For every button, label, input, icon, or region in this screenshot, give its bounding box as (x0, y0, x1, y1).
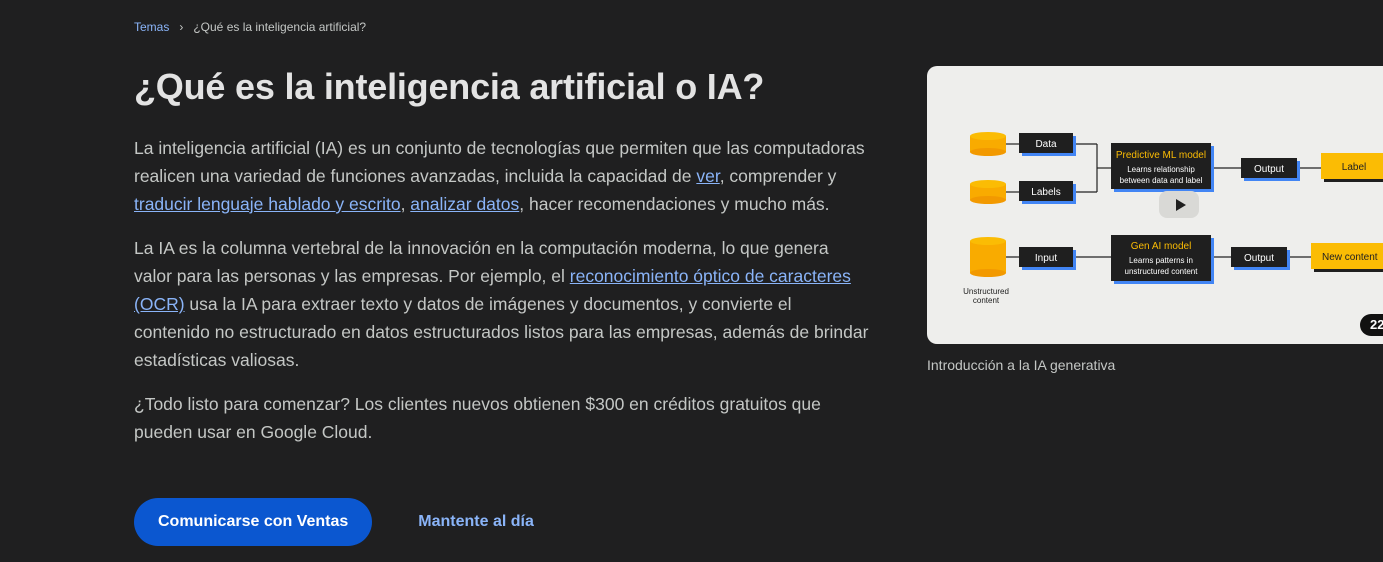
paragraph-text: , hacer recomendaciones y mucho más. (519, 194, 830, 214)
genai-model-desc: Learns patterns in (1129, 256, 1193, 265)
breadcrumb-separator-icon: › (179, 20, 184, 34)
paragraph-text: , (400, 194, 411, 214)
play-icon (1175, 198, 1186, 211)
duration-badge: 22 (1360, 314, 1383, 336)
unstructured-cylinder-icon (970, 237, 1006, 277)
input-box-label: Input (1035, 253, 1057, 264)
cta-row: Comunicarse con Ventas Mantente al día (134, 498, 540, 546)
analizar-datos-link[interactable]: analizar datos (410, 194, 519, 214)
credits-paragraph: ¿Todo listo para comenzar? Los clientes … (134, 394, 821, 442)
innovation-paragraph: La IA es la columna vertebral de la inno… (134, 234, 869, 374)
breadcrumb: Temas › ¿Qué es la inteligencia artifici… (134, 20, 366, 34)
play-button[interactable] (1159, 191, 1199, 218)
intro-paragraph: La inteligencia artificial (IA) es un co… (134, 134, 869, 218)
paragraph-text: , comprender y (719, 166, 837, 186)
breadcrumb-temas-link[interactable]: Temas (134, 20, 169, 34)
video-caption: Introducción a la IA generativa (927, 357, 1116, 373)
unstructured-label: content (973, 296, 1000, 305)
main-content: La inteligencia artificial (IA) es un co… (134, 134, 869, 462)
predictive-model-desc: between data and label (1120, 176, 1203, 185)
data-cylinder-icon (970, 132, 1006, 156)
unstructured-label: Unstructured (963, 287, 1009, 296)
traducir-lenguaje-link[interactable]: traducir lenguaje hablado y escrito (134, 194, 401, 214)
genai-model-desc: unstructured content (1125, 267, 1199, 276)
labels-box-label: Labels (1031, 187, 1060, 198)
predictive-model-desc: Learns relationship (1127, 165, 1195, 174)
ver-link[interactable]: ver (696, 166, 719, 186)
labels-cylinder-icon (970, 180, 1006, 204)
video-thumbnail[interactable]: Unstructured content Data Labels Predict… (927, 66, 1383, 344)
genai-model-title: Gen AI model (1131, 241, 1192, 252)
output-box-label: Output (1244, 253, 1274, 264)
new-content-box-label: New content (1322, 252, 1378, 263)
output-box-label: Output (1254, 164, 1284, 175)
data-box-label: Data (1035, 139, 1057, 150)
breadcrumb-current: ¿Qué es la inteligencia artificial? (193, 20, 367, 34)
paragraph-text: usa la IA para extraer texto y datos de … (134, 294, 869, 370)
ai-diagram: Unstructured content Data Labels Predict… (963, 132, 1383, 305)
contact-sales-button[interactable]: Comunicarse con Ventas (134, 498, 373, 546)
stay-updated-link[interactable]: Mantente al día (412, 512, 540, 532)
page-title: ¿Qué es la inteligencia artificial o IA? (134, 66, 765, 107)
predictive-model-title: Predictive ML model (1116, 150, 1206, 161)
label-box-label: Label (1342, 162, 1366, 173)
